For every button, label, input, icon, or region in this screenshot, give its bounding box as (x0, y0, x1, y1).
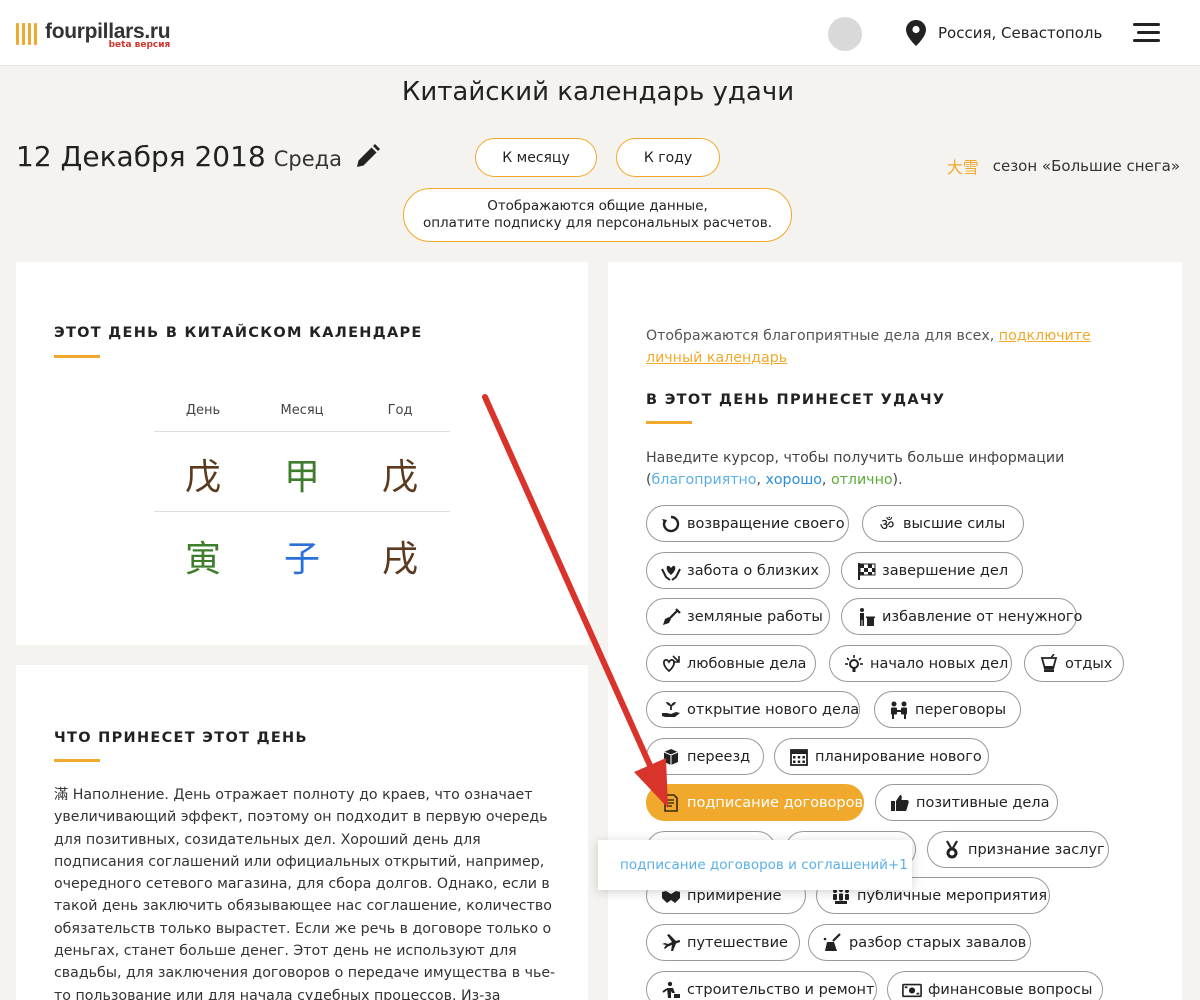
calendar-day-branch: 寅 (184, 539, 221, 580)
calendar-header-day: День (185, 403, 221, 418)
thumbs-up-icon (890, 793, 910, 813)
tag-higher-powers[interactable]: ॐ высшие силы (862, 505, 1024, 542)
tag-rest[interactable]: отдых (1024, 645, 1124, 682)
calendar-section-title: ЭТОТ ДЕНЬ В КИТАЙСКОМ КАЛЕНДАРЕ (54, 325, 423, 341)
tag-recognition[interactable]: признание заслуг (927, 831, 1109, 868)
airplane-icon (661, 933, 681, 953)
season-label: сезон «Большие снега» (992, 157, 1180, 175)
calendar-header-month: Месяц (280, 403, 324, 418)
tag-earthwork[interactable]: земляные работы (646, 598, 830, 635)
hands-heart-icon (661, 561, 681, 581)
calendar-divider (154, 431, 450, 432)
tag-new-beginnings[interactable]: начало новых дел (829, 645, 1012, 682)
user-avatar[interactable] (828, 17, 862, 51)
season-char: 大雪 (946, 158, 979, 177)
calendar-year-branch: 戌 (381, 539, 418, 580)
calendar-divider (154, 511, 450, 512)
sprout-hand-icon (661, 700, 681, 720)
luck-title-underline (646, 421, 692, 424)
calendar-title-underline (54, 355, 100, 358)
day-info-title: ЧТО ПРИНЕСЕТ ЭТОТ ДЕНЬ (54, 730, 308, 746)
cocktail-icon (1039, 653, 1059, 674)
tag-moving[interactable]: переезд (646, 738, 764, 775)
om-icon: ॐ (879, 514, 895, 534)
tag-signing-contracts[interactable]: подписание договоров (646, 784, 864, 821)
sweep-icon (823, 932, 843, 953)
season-info: 大雪 сезон «Большие снега» (947, 154, 1180, 178)
pencil-edit-icon[interactable] (354, 143, 381, 170)
subscribe-button[interactable]: Отображаются общие данные, оплатите подп… (403, 188, 792, 242)
to-year-button[interactable]: К году (616, 138, 720, 177)
hamburger-menu-icon[interactable] (1133, 23, 1160, 43)
box-icon (661, 747, 681, 767)
tag-getting-rid[interactable]: избавление от ненужного (841, 598, 1082, 635)
to-month-button[interactable]: К месяцу (475, 138, 597, 177)
document-icon (661, 793, 681, 813)
luck-section-title: В ЭТОТ ДЕНЬ ПРИНЕСЕТ УДАЧУ (646, 392, 946, 408)
refresh-icon (661, 514, 681, 534)
tag-tooltip: подписание договоров и соглашений+1 (598, 840, 912, 890)
day-info-title-underline (54, 759, 100, 762)
site-header: fourpillars.ru beta версия Россия, Севас… (0, 0, 1200, 66)
tag-finishing[interactable]: завершение дел (841, 552, 1023, 589)
subscribe-line2: оплатите подписку для персональных расче… (422, 215, 773, 231)
calendar-day-stem: 戊 (184, 457, 221, 498)
calendar-icon (789, 747, 809, 767)
hover-hint: Наведите курсор, чтобы получить больше и… (646, 450, 1065, 488)
legend-excellent: отлично (830, 472, 893, 488)
day-info-text: 滿 Наполнение. День отражает полноту до к… (54, 787, 556, 1000)
tag-finance[interactable]: финансовые вопросы (887, 971, 1103, 1000)
tag-return[interactable]: возвращение своего (646, 505, 849, 542)
people-icon (889, 700, 909, 720)
calendar-month-stem: 甲 (283, 457, 320, 498)
tag-clearing-debris[interactable]: разбор старых завалов (808, 924, 1031, 961)
logo-beta-label: beta версия (108, 40, 171, 50)
trash-person-icon (856, 607, 876, 627)
map-pin-icon (906, 20, 926, 46)
date-display: 12 Декабря 2018 Среда (16, 140, 381, 173)
tag-travel[interactable]: путешествие (646, 924, 800, 961)
hearts-icon (661, 654, 681, 674)
location-selector[interactable]: Россия, Севастополь (906, 20, 1102, 46)
shovel-icon (661, 607, 681, 627)
subscribe-line1: Отображаются общие данные, (487, 198, 708, 214)
construction-icon (661, 980, 681, 1000)
tag-positive-deeds[interactable]: позитивные дела (875, 784, 1058, 821)
tag-construction[interactable]: строительство и ремонт (646, 971, 877, 1000)
legend-good: хорошо (765, 472, 822, 488)
tag-love[interactable]: любовные дела (646, 645, 816, 682)
tag-negotiations[interactable]: переговоры (874, 691, 1021, 728)
legend-favorable: благоприятно (651, 472, 757, 488)
finish-flag-icon (856, 561, 876, 581)
tag-opening-business[interactable]: открытие нового дела (646, 691, 860, 728)
tag-care[interactable]: забота о близких (646, 552, 830, 589)
site-logo[interactable]: fourpillars.ru beta версия (16, 20, 171, 50)
calendar-header-year: Год (387, 403, 413, 418)
page-title: Китайский календарь удачи (401, 77, 795, 107)
idea-icon (844, 654, 864, 674)
date-main: 12 Декабря 2018 (16, 140, 266, 173)
tag-planning[interactable]: планирование нового (774, 738, 989, 775)
calendar-month-branch: 子 (283, 539, 320, 580)
location-label: Россия, Севастополь (938, 24, 1103, 42)
calendar-year-stem: 戊 (381, 457, 418, 498)
logo-bars-icon (16, 23, 37, 45)
money-icon (902, 980, 922, 1000)
personal-calendar-note: Отображаются благоприятные дела для всех… (646, 328, 1091, 366)
date-weekday: Среда (273, 147, 343, 171)
medal-icon (942, 839, 962, 860)
